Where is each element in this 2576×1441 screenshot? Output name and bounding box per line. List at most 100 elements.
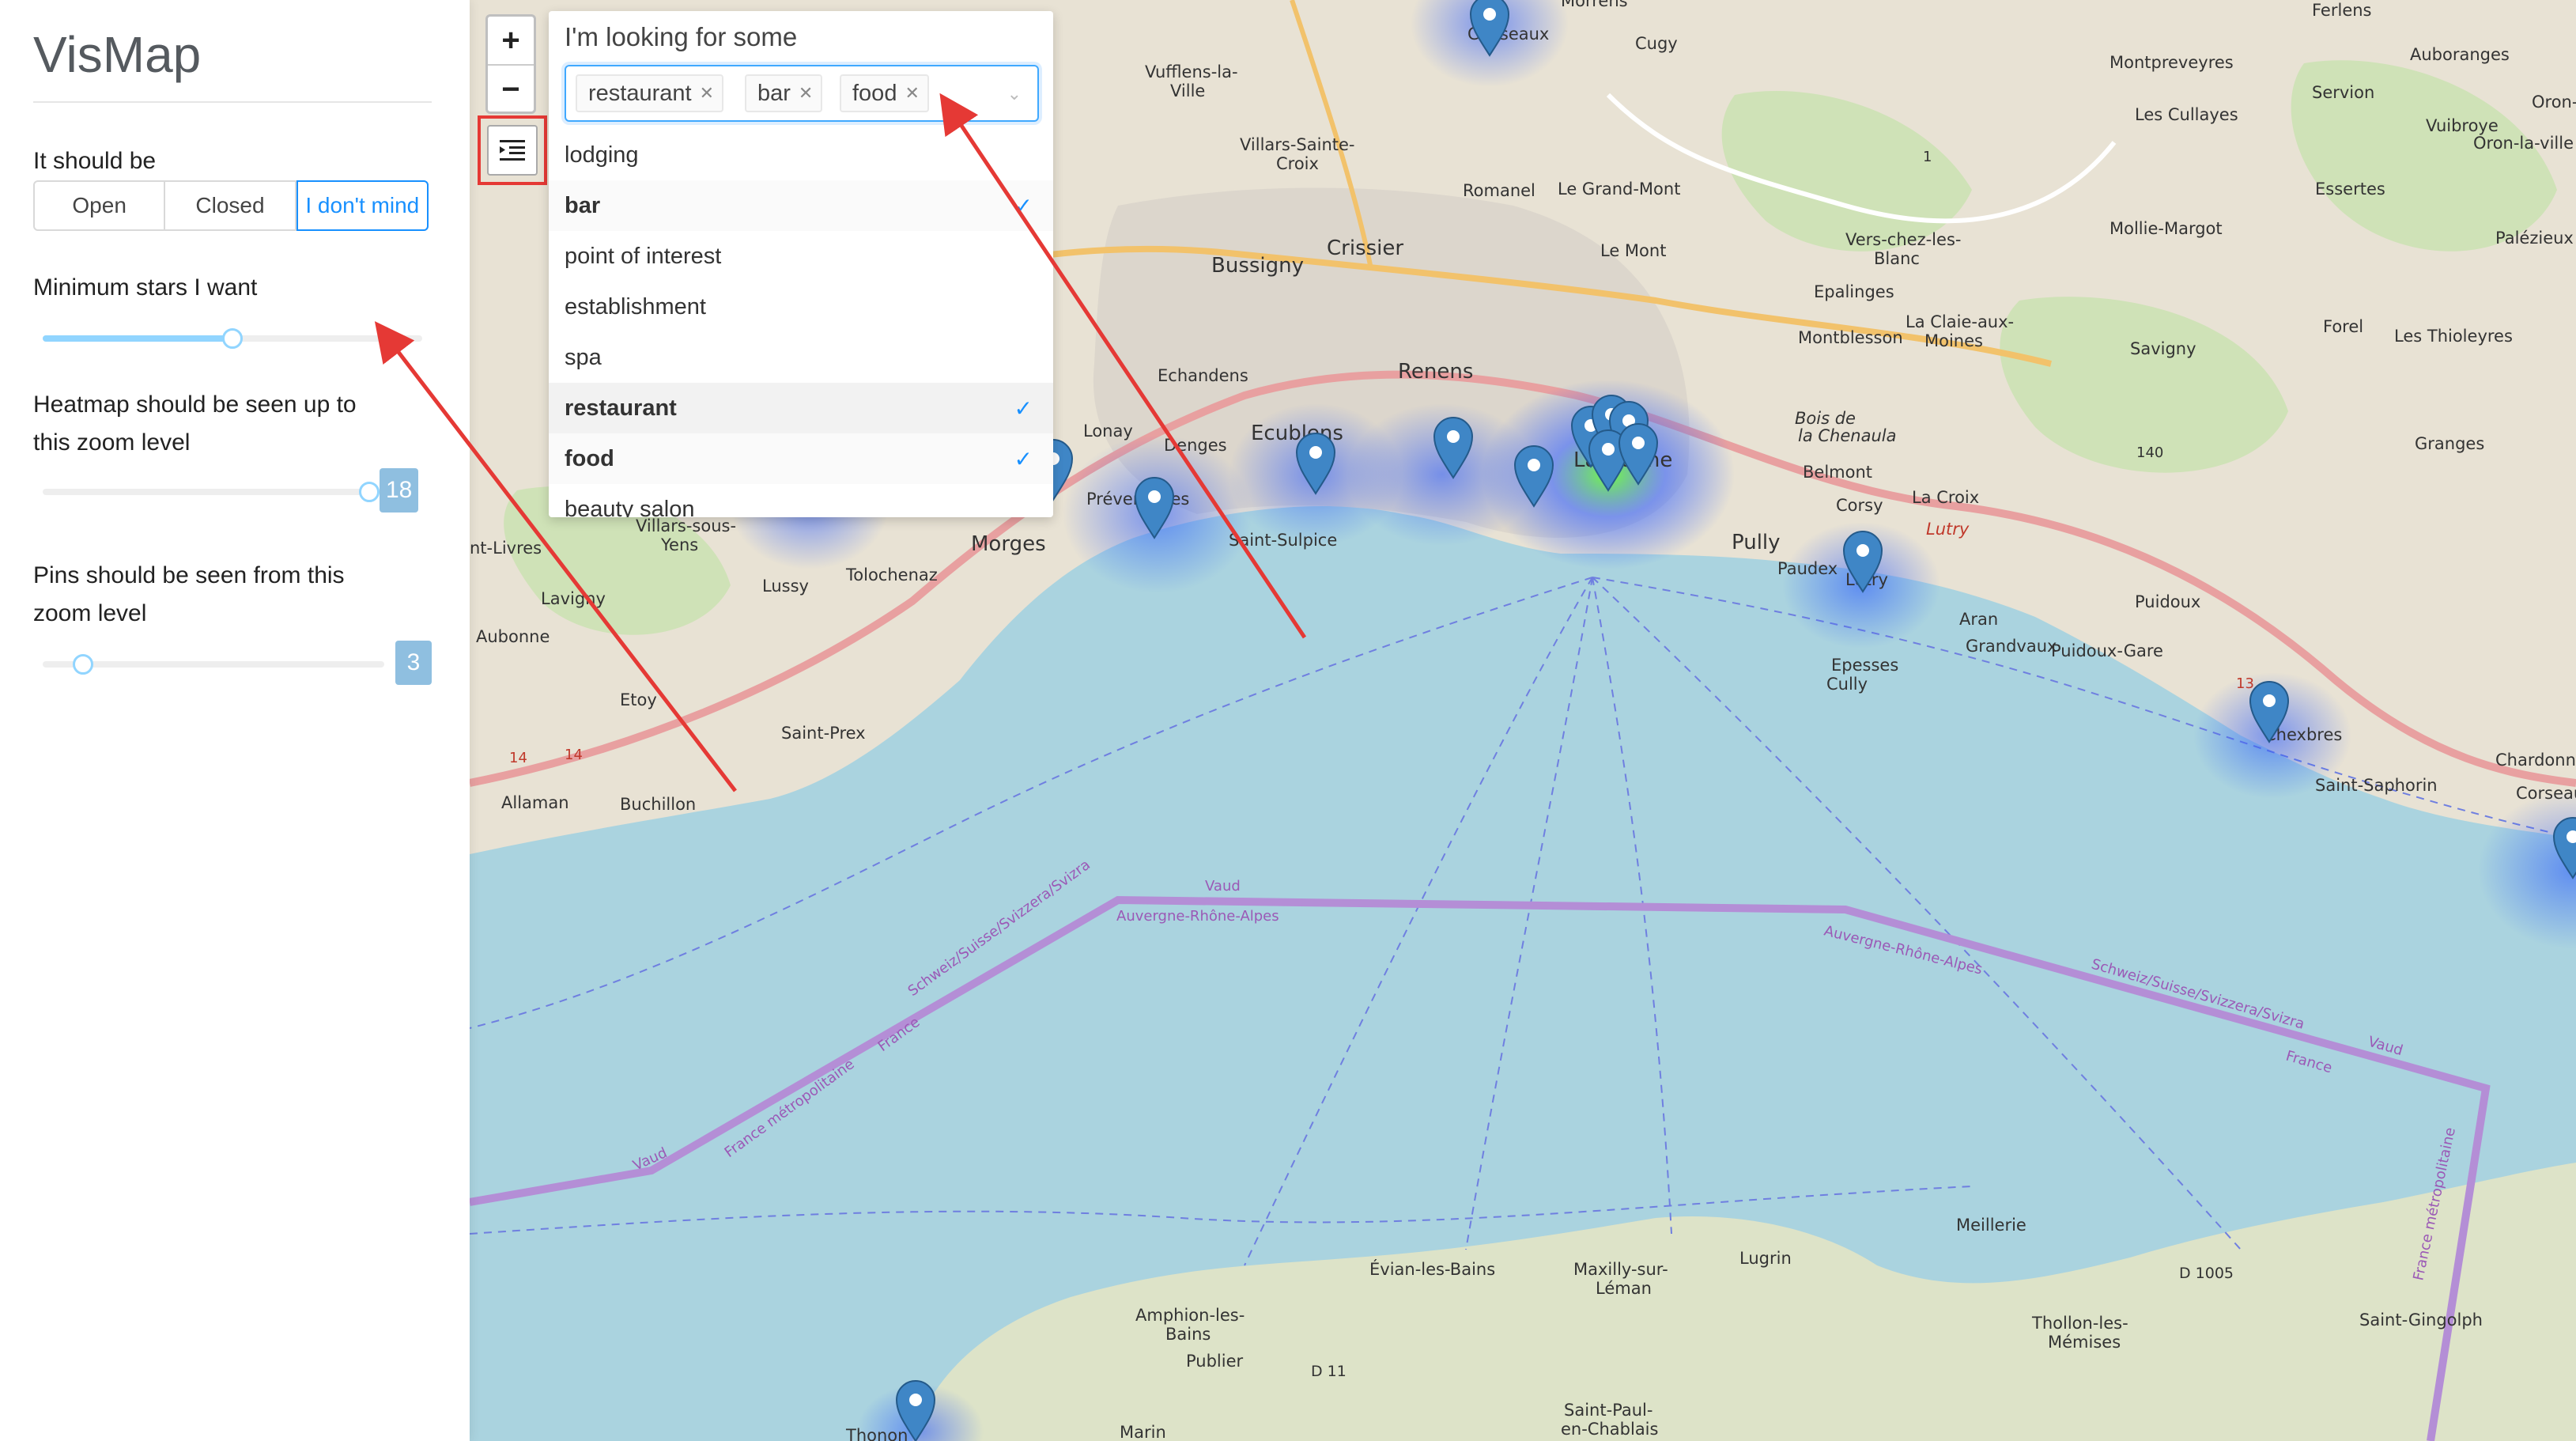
map-label: Mollie-Margot (2110, 219, 2223, 238)
map-label: Le Mont (1600, 241, 1666, 260)
option-label: food (565, 445, 614, 471)
map-label: Essertes (2315, 180, 2385, 199)
map-label: Auboranges (2410, 45, 2510, 64)
map-label: Puidoux (2135, 592, 2200, 611)
map-label: Saint-Prex (781, 724, 866, 743)
map-label: Le Grand-Mont (1558, 180, 1680, 199)
map-label: Bussigny (1211, 254, 1304, 278)
map-label: Corsy (1836, 496, 1883, 515)
map-label: Servion (2312, 83, 2374, 102)
tag-label: bar (757, 80, 791, 106)
map-label: Epalinges (1814, 282, 1894, 301)
map-label: Blanc (1874, 249, 1920, 268)
closed-button[interactable]: Closed (165, 182, 297, 229)
map-label: Saint-Gingolph (2359, 1311, 2483, 1329)
indent-list-icon (500, 140, 525, 161)
option-item[interactable]: lodging (549, 130, 1053, 180)
map-label: Cugy (1635, 34, 1678, 53)
map-label: Bains (1165, 1325, 1211, 1344)
toggle-sidebar-highlight (478, 115, 547, 185)
map-label: Pully (1732, 531, 1781, 554)
option-item[interactable]: restaurant ✓ (549, 383, 1053, 433)
option-label: bar (565, 192, 601, 218)
chevron-down-icon: ⌄ (1007, 84, 1022, 104)
check-icon: ✓ (1014, 395, 1033, 421)
map-label: Renens (1398, 360, 1473, 384)
map-label: Morrens (1561, 0, 1628, 10)
tag-remove-icon[interactable]: ✕ (700, 83, 714, 104)
map-label: Auvergne-Rhône-Alpes (1116, 908, 1279, 925)
map-label: Lugrin (1739, 1249, 1792, 1268)
option-item[interactable]: spa (549, 332, 1053, 383)
place-type-select[interactable]: restaurant ✕ bar ✕ food ✕ ⌄ (565, 65, 1039, 122)
slider-fill (43, 335, 232, 342)
place-type-options: lodging bar ✓ point of interest establish… (549, 130, 1053, 517)
map-label: Crissier (1327, 236, 1403, 260)
option-item[interactable]: establishment (549, 282, 1053, 332)
map-label: Buchillon (620, 795, 696, 814)
dont-mind-button[interactable]: I don't mind (296, 180, 429, 231)
map-label: Romanel (1463, 181, 1535, 200)
map-label: Thollon-les- (2031, 1314, 2128, 1333)
map-label: La Croix (1912, 488, 1979, 507)
pins-zoom-label-line1: Pins should be seen from this (33, 562, 345, 588)
option-label: beauty salon (565, 496, 695, 518)
map-label: Oron- (2532, 93, 2576, 112)
option-label: establishment (565, 293, 706, 320)
map-label: Epesses (1831, 656, 1898, 675)
map-label: Allaman (501, 793, 569, 812)
pins-zoom-value: 3 (395, 641, 432, 685)
place-type-search-panel: I'm looking for some restaurant ✕ bar ✕ … (549, 11, 1053, 517)
road-number: 1 (1923, 149, 1932, 165)
map-label: Palézieux (2495, 229, 2574, 248)
option-label: lodging (565, 142, 639, 168)
filter-sidebar: VisMap It should be Open Closed I don't … (0, 0, 470, 1441)
map-label: Forel (2323, 317, 2363, 336)
slider-handle[interactable] (73, 654, 93, 675)
map-label: Auvergne-Rhône-Alpes (1822, 922, 1985, 978)
option-item[interactable]: beauty salon (549, 484, 1053, 518)
heatmap-zoom-label-line2: this zoom level (33, 429, 191, 456)
map-label: France (2284, 1048, 2334, 1077)
check-icon: ✓ (1014, 193, 1033, 218)
map-label: Meillerie (1956, 1216, 2026, 1235)
map-label: Puidoux-Gare (2051, 641, 2163, 660)
map-label: Ville (1170, 81, 1205, 100)
map-label: Aubonne (476, 627, 550, 646)
tag-label: restaurant (588, 80, 692, 106)
map-label: Les Cullayes (2135, 105, 2238, 124)
map-label: Vers-chez-les- (1845, 230, 1961, 249)
map-label: Lutry (1926, 520, 1970, 539)
map-label: Lonay (1083, 422, 1133, 441)
map-label: Bois de (1795, 409, 1856, 428)
map-label: Echandens (1158, 366, 1248, 385)
open-button[interactable]: Open (35, 182, 166, 229)
option-item[interactable]: bar ✓ (549, 180, 1053, 231)
map-label: Aran (1959, 610, 1998, 629)
slider-handle[interactable] (222, 328, 243, 349)
open-status-label: It should be (33, 148, 157, 174)
zoom-out-button[interactable]: − (488, 64, 534, 113)
map-label: Savigny (2130, 339, 2196, 358)
min-stars-label: Minimum stars I want (33, 274, 258, 301)
map-label: Marin (1120, 1423, 1166, 1441)
tag-remove-icon[interactable]: ✕ (799, 83, 813, 104)
map-label: la Chenaula (1798, 426, 1896, 445)
option-item[interactable]: food ✓ (549, 433, 1053, 484)
tag-remove-icon[interactable]: ✕ (905, 83, 919, 104)
map-label: Etoy (620, 690, 657, 709)
selected-tag: restaurant ✕ (576, 74, 724, 112)
zoom-in-button[interactable]: + (488, 17, 534, 64)
map-label: Lavigny (541, 589, 606, 608)
map-label: Évian-les-Bains (1369, 1259, 1495, 1279)
map-label: Maxilly-sur- (1573, 1260, 1668, 1279)
toggle-sidebar-button[interactable] (487, 125, 538, 176)
map-label: nt-Livres (470, 539, 542, 558)
map-label: Corseaux (2516, 784, 2576, 803)
slider-handle[interactable] (359, 482, 380, 502)
map-label: Vuibroye (2426, 116, 2499, 135)
option-label: point of interest (565, 243, 722, 269)
option-item[interactable]: point of interest (549, 231, 1053, 282)
slider-track (43, 489, 375, 495)
map-label: La Claie-aux- (1906, 312, 2014, 331)
